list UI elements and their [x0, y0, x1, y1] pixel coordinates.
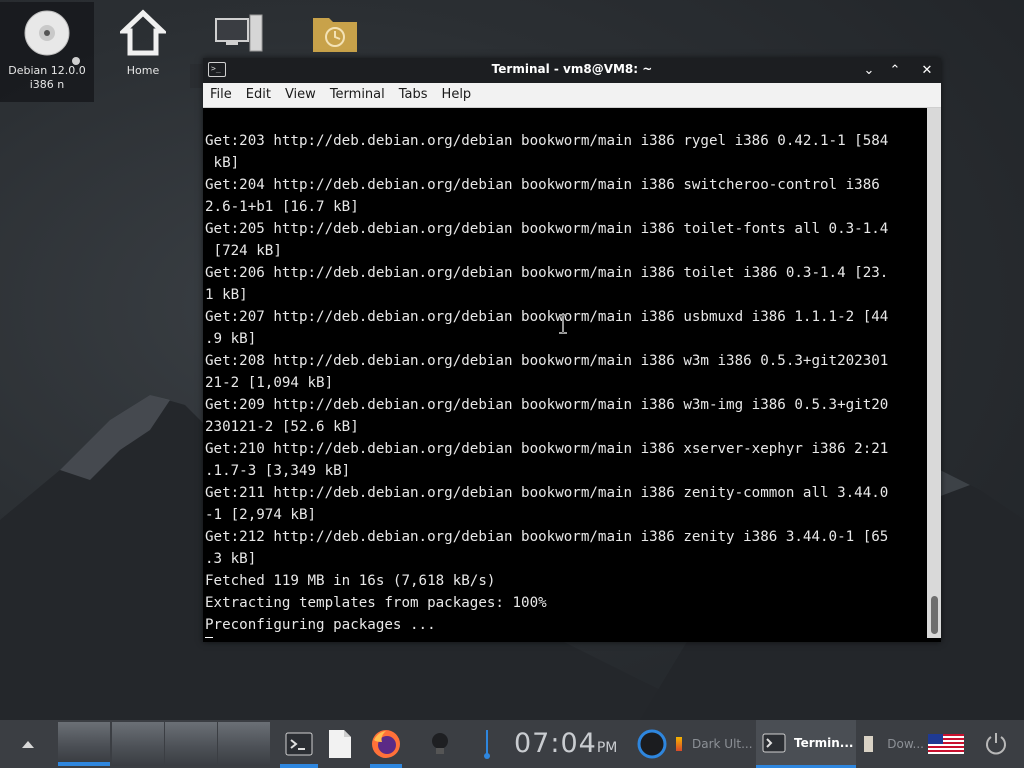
terminal-line: Get:212 http://deb.debian.org/debian boo…: [205, 529, 889, 545]
desktop-icon-debian-cd[interactable]: Debian 12.0.0 i386 n: [0, 2, 94, 102]
terminal-output[interactable]: Get:203 http://deb.debian.org/debian boo…: [205, 108, 925, 638]
terminal-icon: [762, 733, 786, 752]
terminal-line: Get:204 http://deb.debian.org/debian boo…: [205, 177, 880, 193]
launcher-active-indicator: [280, 764, 318, 768]
terminal-line: Get:203 http://deb.debian.org/debian boo…: [205, 133, 889, 149]
app-menu-button[interactable]: [8, 720, 48, 768]
close-button[interactable]: ✕: [917, 61, 937, 80]
task-label: Termin...: [794, 735, 854, 750]
terminal-icon: [285, 732, 313, 756]
desktop-icon-home[interactable]: Home: [96, 2, 190, 102]
task-terminal[interactable]: Termin...: [756, 720, 856, 768]
maximize-button[interactable]: ⌃: [885, 61, 905, 80]
terminal-line: Preconfiguring packages ...: [205, 617, 436, 633]
text-cursor: [205, 637, 213, 638]
terminal-line: Get:211 http://deb.debian.org/debian boo…: [205, 485, 889, 501]
launcher-bulb[interactable]: [422, 720, 458, 768]
launcher-terminal[interactable]: [280, 720, 318, 768]
terminal-line: [724 kB]: [205, 243, 282, 259]
task-label: Dow...: [887, 737, 924, 751]
volume-slider[interactable]: [478, 720, 496, 768]
terminal-line: Get:205 http://deb.debian.org/debian boo…: [205, 221, 889, 237]
menu-bar: File Edit View Terminal Tabs Help: [203, 83, 941, 108]
window-title: Terminal - vm8@VM8: ~: [491, 62, 653, 76]
terminal-line: .3 kB]: [205, 551, 257, 567]
clock[interactable]: 07:04PM: [514, 728, 617, 759]
launcher-files[interactable]: [322, 720, 358, 768]
menu-terminal[interactable]: Terminal: [323, 83, 392, 107]
terminal-line: Get:209 http://deb.debian.org/debian boo…: [205, 397, 889, 413]
clock-ampm: PM: [596, 740, 618, 756]
menu-help[interactable]: Help: [435, 83, 479, 107]
terminal-line: Get:210 http://deb.debian.org/debian boo…: [205, 441, 889, 457]
cdrom-icon: [24, 10, 70, 56]
terminal-line: -1 [2,974 kB]: [205, 507, 317, 523]
clock-time: 07:04: [514, 728, 597, 759]
terminal-line: Extracting templates from packages: 100%: [205, 595, 547, 611]
chevron-up-icon: [22, 741, 34, 748]
terminal-line: Get:206 http://deb.debian.org/debian boo…: [205, 265, 889, 281]
scrollbar-thumb[interactable]: [931, 596, 938, 634]
launcher-active-indicator: [370, 764, 402, 768]
terminal-prompt-line: [205, 636, 925, 638]
power-button[interactable]: [976, 720, 1016, 768]
desktop-icon-label: Debian 12.0.0 i386 n: [8, 64, 86, 91]
workspace-1[interactable]: [58, 722, 110, 766]
terminal-line: Fetched 119 MB in 16s (7,618 kB/s): [205, 573, 496, 589]
terminal-line: 230121-2 [52.6 kB]: [205, 419, 359, 435]
terminal-window[interactable]: >_ Terminal - vm8@VM8: ~ ⌄ ⌃ ✕ File Edit V…: [203, 58, 941, 642]
keyboard-layout[interactable]: [926, 720, 966, 768]
taskbar: 07:04PM Dark Ult... Termin... Dow...: [0, 720, 1024, 768]
recent-folder-icon: [313, 18, 357, 52]
ibeam-cursor-icon: [559, 314, 567, 334]
lightbulb-icon: [432, 733, 448, 754]
scrollbar[interactable]: [927, 108, 941, 638]
title-bar[interactable]: >_ Terminal - vm8@VM8: ~ ⌄ ⌃ ✕: [203, 58, 941, 83]
task-dark-ultimate[interactable]: Dark Ult...: [676, 720, 756, 768]
paint-app-icon: [864, 736, 874, 752]
file-icon: [329, 730, 351, 758]
menu-edit[interactable]: Edit: [239, 83, 278, 107]
workspace-4[interactable]: [218, 722, 270, 766]
computer-icon: [215, 14, 263, 52]
task-label: Dark Ult...: [692, 737, 753, 751]
ring-icon: [637, 729, 667, 759]
menu-file[interactable]: File: [203, 83, 239, 107]
terminal-line: 1 kB]: [205, 287, 248, 303]
workspace-3[interactable]: [165, 722, 217, 766]
launcher-firefox[interactable]: [366, 720, 406, 768]
terminal-line: Get:208 http://deb.debian.org/debian boo…: [205, 353, 889, 369]
mounted-indicator: [72, 57, 80, 65]
terminal-line: kB]: [205, 155, 240, 171]
minimize-button[interactable]: ⌄: [859, 61, 879, 80]
home-icon: [120, 9, 166, 56]
desktop-icon-label: Home: [126, 64, 160, 77]
menu-tabs[interactable]: Tabs: [392, 83, 435, 107]
workspace-2[interactable]: [112, 722, 164, 766]
launcher-circle-app[interactable]: [632, 720, 672, 768]
colorful-app-icon: [676, 737, 682, 751]
terminal-line: 21-2 [1,094 kB]: [205, 375, 334, 391]
us-flag-icon: [928, 734, 964, 754]
menu-view[interactable]: View: [278, 83, 323, 107]
terminal-line: .1.7-3 [3,349 kB]: [205, 463, 351, 479]
terminal-line: 2.6-1+b1 [16.7 kB]: [205, 199, 359, 215]
volume-level-icon: [484, 730, 490, 759]
task-downloads[interactable]: Dow...: [864, 720, 924, 768]
power-icon: [986, 733, 1006, 755]
firefox-icon: [372, 730, 400, 758]
